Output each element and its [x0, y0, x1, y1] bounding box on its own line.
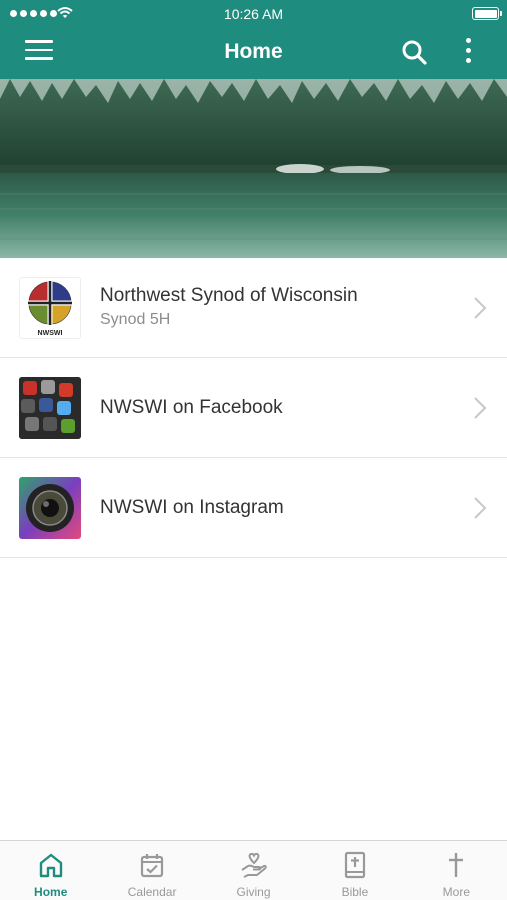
tab-label: More	[442, 885, 470, 899]
tab-label: Bible	[341, 885, 369, 899]
bible-icon	[344, 851, 366, 879]
tab-more[interactable]: More	[406, 841, 507, 900]
search-icon[interactable]	[401, 39, 427, 65]
list-item-synod[interactable]: NWSWI Northwest Synod of Wisconsin Synod…	[0, 258, 507, 358]
cross-icon	[449, 853, 464, 877]
list-item-title: NWSWI on Facebook	[100, 397, 283, 418]
tab-calendar[interactable]: Calendar	[101, 841, 202, 900]
vertical-dots-icon[interactable]	[460, 38, 476, 66]
battery-icon	[472, 7, 502, 20]
page-title: Home	[224, 40, 283, 63]
tab-label: Calendar	[127, 885, 177, 899]
status-time: 10:26 AM	[223, 6, 284, 22]
bottom-tab-bar: Home Calendar Giving Bible More	[0, 840, 507, 900]
giving-hand-heart-icon	[240, 852, 267, 878]
list-item-instagram[interactable]: NWSWI on Instagram	[0, 458, 507, 558]
status-bar: 10:26 AM	[0, 0, 507, 28]
chevron-right-icon	[474, 297, 487, 319]
chevron-right-icon	[474, 397, 487, 419]
app-header: 10:26 AM Home	[0, 0, 507, 79]
tab-giving[interactable]: Giving	[203, 841, 304, 900]
tab-label: Home	[34, 885, 68, 899]
synod-cross-logo-icon: NWSWI	[19, 277, 81, 339]
tab-bible[interactable]: Bible	[304, 841, 405, 900]
social-media-apps-icon	[19, 377, 81, 439]
content-list: NWSWI Northwest Synod of Wisconsin Synod…	[0, 258, 507, 558]
chevron-right-icon	[474, 497, 487, 519]
camera-lens-icon	[19, 477, 81, 539]
tab-label: Giving	[236, 885, 271, 899]
list-item-title: NWSWI on Instagram	[100, 497, 284, 518]
synod-logo-text: NWSWI	[38, 330, 63, 337]
list-item-facebook[interactable]: NWSWI on Facebook	[0, 358, 507, 458]
home-icon	[39, 853, 62, 878]
tab-home[interactable]: Home	[0, 841, 101, 900]
banner-image	[0, 79, 507, 258]
list-item-title: Northwest Synod of Wisconsin	[100, 285, 358, 306]
calendar-icon	[141, 854, 164, 878]
list-item-subtitle: Synod 5H	[100, 311, 171, 328]
